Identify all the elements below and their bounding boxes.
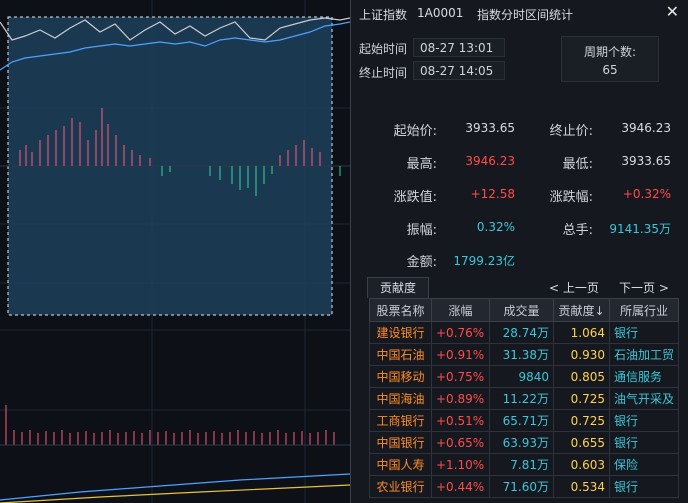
amplitude-label: 振幅: <box>406 223 437 238</box>
stock-volume: 71.60万 <box>489 475 554 498</box>
stock-name: 中国银行 <box>369 431 432 454</box>
stock-name: 中国石油 <box>369 343 432 366</box>
start-time-field[interactable]: 08-27 13:01 <box>413 38 505 57</box>
window-title: 指数分时区间统计 <box>477 8 574 22</box>
stock-change: +1.10% <box>431 453 490 476</box>
amount-label: 金额: <box>406 255 437 270</box>
contribution-table: 股票名称 涨幅 成交量 贡献度↓ 所属行业 建设银行 +0.76% 28.74万… <box>369 298 680 498</box>
total-volume-label: 总手: <box>562 223 593 238</box>
start-price-value: 3933.65 <box>465 121 515 135</box>
stock-contribution: 0.930 <box>553 343 610 366</box>
intraday-chart-svg <box>0 0 350 503</box>
start-price-label: 起始价: <box>393 124 437 139</box>
table-row[interactable]: 工商银行 +0.51% 65.71万 0.725 银行 <box>369 409 680 432</box>
table-row[interactable]: 中国人寿 +1.10% 7.81万 0.603 保险 <box>369 453 680 476</box>
stock-industry: 油气开采及 <box>608 387 680 410</box>
col-header-name[interactable]: 股票名称 <box>369 298 432 322</box>
tab-contribution[interactable]: 贡献度 <box>367 277 429 298</box>
stock-volume: 9840 <box>489 365 554 388</box>
stock-industry: 银行 <box>608 475 680 498</box>
low-value: 3933.65 <box>621 154 671 168</box>
stock-volume: 11.22万 <box>489 387 554 410</box>
amplitude-value: 0.32% <box>476 220 515 234</box>
stock-contribution: 0.725 <box>553 409 610 432</box>
stock-volume: 7.81万 <box>489 453 554 476</box>
stock-industry: 石油加工贸 <box>608 343 680 366</box>
stock-industry: 通信服务 <box>608 365 680 388</box>
stock-volume: 63.93万 <box>489 431 554 454</box>
low-label: 最低: <box>562 157 593 172</box>
high-label: 最高: <box>406 157 437 172</box>
index-name: 上证指数 <box>359 8 408 22</box>
cycle-count-value: 65 <box>602 63 618 77</box>
stock-industry: 银行 <box>608 409 680 432</box>
stock-change: +0.51% <box>431 409 490 432</box>
col-header-industry[interactable]: 所属行业 <box>608 298 680 322</box>
interval-stats-panel: 上证指数 1A0001 指数分时区间统计 ✕ 起始时间 08-27 13:01 … <box>350 0 688 503</box>
stock-change: +0.76% <box>431 321 490 344</box>
stock-contribution: 1.064 <box>553 321 610 344</box>
stock-industry: 保险 <box>608 453 680 476</box>
close-icon[interactable]: ✕ <box>666 2 679 21</box>
stock-name: 工商银行 <box>369 409 432 432</box>
index-code: 1A0001 <box>417 6 464 20</box>
stock-contribution: 0.725 <box>553 387 610 410</box>
col-header-change[interactable]: 涨幅 <box>431 298 490 322</box>
end-time-field[interactable]: 08-27 14:05 <box>413 61 505 80</box>
start-time-label: 起始时间 <box>359 42 408 56</box>
change-pct-value: +0.32% <box>622 187 671 201</box>
stock-contribution: 0.805 <box>553 365 610 388</box>
end-price-value: 3946.23 <box>621 121 671 135</box>
high-value: 3946.23 <box>465 154 515 168</box>
stock-change: +0.75% <box>431 365 490 388</box>
table-header-row: 股票名称 涨幅 成交量 贡献度↓ 所属行业 <box>369 298 680 322</box>
total-volume-value: 9141.35万 <box>609 222 671 236</box>
stock-change: +0.89% <box>431 387 490 410</box>
stock-name: 中国海油 <box>369 387 432 410</box>
table-row[interactable]: 农业银行 +0.44% 71.60万 0.534 银行 <box>369 475 680 498</box>
stock-name: 中国移动 <box>369 365 432 388</box>
end-time-label: 终止时间 <box>359 66 408 80</box>
stock-industry: 银行 <box>608 431 680 454</box>
table-row[interactable]: 中国石油 +0.91% 31.38万 0.930 石油加工贸 <box>369 343 680 366</box>
stock-contribution: 0.655 <box>553 431 610 454</box>
stock-volume: 31.38万 <box>489 343 554 366</box>
amount-value: 1799.23亿 <box>453 254 515 268</box>
stock-industry: 银行 <box>608 321 680 344</box>
col-header-contribution[interactable]: 贡献度↓ <box>553 298 610 322</box>
change-pct-label: 涨跌幅: <box>549 190 593 205</box>
change-label: 涨跌值: <box>393 190 437 205</box>
stock-contribution: 0.534 <box>553 475 610 498</box>
end-price-label: 终止价: <box>549 124 593 139</box>
stock-volume: 65.71万 <box>489 409 554 432</box>
stock-name: 农业银行 <box>369 475 432 498</box>
stock-volume: 28.74万 <box>489 321 554 344</box>
cycle-count-box: 周期个数: 65 <box>561 36 659 82</box>
prev-page-link[interactable]: < 上一页 <box>549 279 599 296</box>
cycle-count-label: 周期个数: <box>583 45 637 59</box>
stock-name: 建设银行 <box>369 321 432 344</box>
table-row[interactable]: 中国银行 +0.65% 63.93万 0.655 银行 <box>369 431 680 454</box>
stock-change: +0.65% <box>431 431 490 454</box>
panel-header: 上证指数 1A0001 指数分时区间统计 <box>351 6 688 26</box>
stock-change: +0.44% <box>431 475 490 498</box>
table-row[interactable]: 中国海油 +0.89% 11.22万 0.725 油气开采及 <box>369 387 680 410</box>
next-page-link[interactable]: 下一页 > <box>619 279 669 296</box>
stock-contribution: 0.603 <box>553 453 610 476</box>
col-header-volume[interactable]: 成交量 <box>489 298 554 322</box>
stock-name: 中国人寿 <box>369 453 432 476</box>
table-row[interactable]: 建设银行 +0.76% 28.74万 1.064 银行 <box>369 321 680 344</box>
table-row[interactable]: 中国移动 +0.75% 9840 0.805 通信服务 <box>369 365 680 388</box>
change-value: +12.58 <box>470 187 515 201</box>
stock-change: +0.91% <box>431 343 490 366</box>
intraday-chart-area[interactable] <box>0 0 350 503</box>
